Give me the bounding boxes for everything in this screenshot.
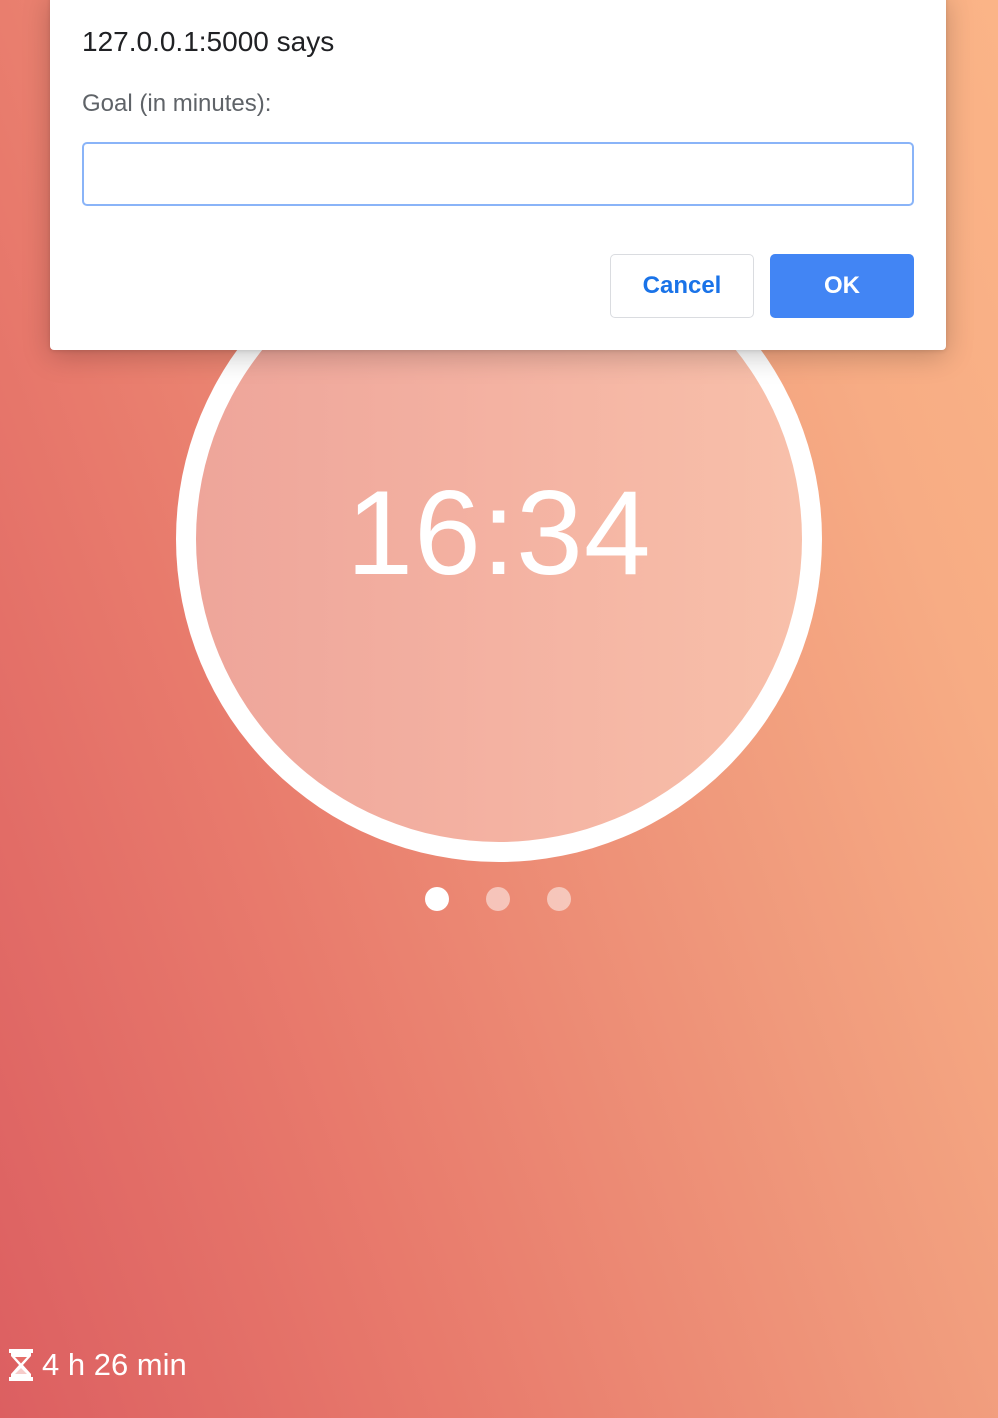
ok-button[interactable]: OK	[770, 254, 914, 318]
hourglass-icon	[9, 1349, 33, 1381]
page-dot-3[interactable]	[547, 887, 571, 911]
dialog-title: 127.0.0.1:5000 says	[82, 26, 335, 57]
timer-time: 16:34	[346, 466, 652, 600]
prompt-dialog: 127.0.0.1:5000 says Goal (in minutes): C…	[50, 0, 946, 350]
goal-minutes-input[interactable]	[82, 142, 914, 206]
page-dot-1[interactable]	[425, 887, 449, 911]
cancel-button[interactable]: Cancel	[610, 254, 754, 318]
total-time-text: 4 h 26 min	[42, 1347, 187, 1382]
total-time-stat: 4 h 26 min	[8, 1344, 187, 1386]
dialog-message: Goal (in minutes):	[82, 90, 272, 117]
page-dot-2[interactable]	[486, 887, 510, 911]
page-indicator	[425, 887, 571, 911]
